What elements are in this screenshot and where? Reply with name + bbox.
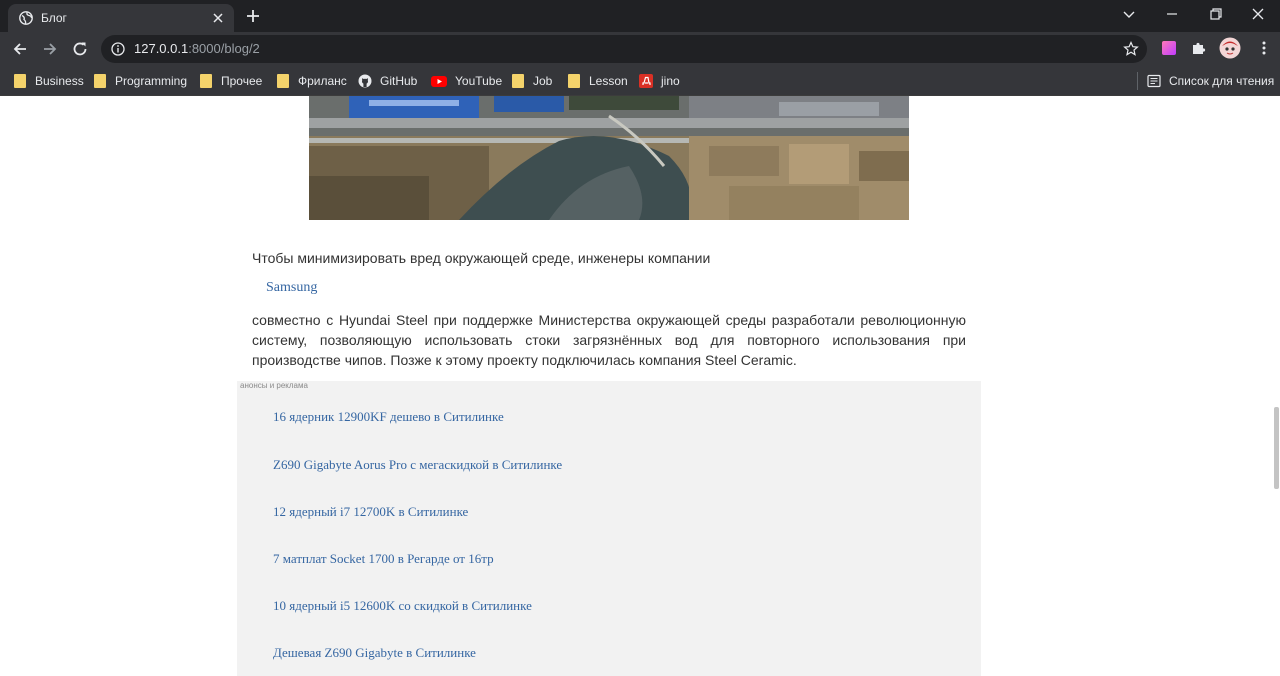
browser-toolbar: 127.0.0.1:8000/blog/2 <box>0 32 1280 66</box>
bookmark-label: Lesson <box>589 74 628 88</box>
back-arrow-icon[interactable] <box>10 39 30 59</box>
forward-arrow-icon[interactable] <box>40 39 60 59</box>
folder-icon <box>200 74 212 88</box>
youtube-icon <box>431 76 447 87</box>
restore-icon[interactable] <box>1203 4 1227 24</box>
reading-list-label: Список для чтения <box>1169 74 1275 88</box>
bookmark-label: Прочее <box>221 74 263 88</box>
scrollbar-thumb[interactable] <box>1274 407 1279 489</box>
bookmark-business[interactable]: Business <box>14 72 84 90</box>
folder-icon <box>568 74 580 88</box>
minimize-icon[interactable] <box>1160 4 1184 24</box>
bookmark-label: Programming <box>115 74 188 88</box>
extension-gradient-icon[interactable] <box>1161 40 1177 56</box>
profile-avatar-icon[interactable] <box>1219 37 1241 59</box>
reading-list-button[interactable]: Список для чтения <box>1147 72 1274 90</box>
bookmark-programming[interactable]: Programming <box>94 72 187 90</box>
aerial-factory-photo <box>309 96 909 220</box>
info-icon[interactable] <box>111 42 125 56</box>
bookmark-prochee[interactable]: Прочее <box>200 72 262 90</box>
folder-icon <box>512 74 524 88</box>
folder-icon <box>94 74 106 88</box>
close-icon[interactable] <box>210 10 226 26</box>
tab-search-chevron-down-icon[interactable] <box>1117 4 1141 24</box>
bookmarks-bar: Business Programming Прочее Фриланс GitH… <box>0 66 1280 96</box>
reading-list-icon <box>1147 74 1161 88</box>
bookmark-label: YouTube <box>455 74 503 88</box>
bookmark-label: Business <box>35 74 84 88</box>
page-viewport: Чтобы минимизировать вред окружающей сре… <box>0 96 1280 676</box>
bookmark-star-icon[interactable] <box>1123 41 1139 57</box>
ad-link[interactable]: 12 ядерный i7 12700K в Ситилинке <box>273 504 468 520</box>
bookmark-label: jino <box>661 74 680 88</box>
address-bar[interactable]: 127.0.0.1:8000/blog/2 <box>101 35 1147 63</box>
globe-icon <box>19 11 33 25</box>
bookmark-github[interactable]: GitHub <box>358 72 417 90</box>
bookmark-jino[interactable]: jino <box>639 72 680 90</box>
tab-title: Блог <box>41 11 67 25</box>
bookmark-freelance[interactable]: Фриланс <box>277 72 347 90</box>
url-host: 127.0.0.1 <box>134 41 189 56</box>
new-tab-plus-icon[interactable] <box>243 6 263 26</box>
menu-kebab-icon[interactable] <box>1256 40 1272 56</box>
article-paragraph-1: Чтобы минимизировать вред окружающей сре… <box>252 250 711 266</box>
github-icon <box>358 74 372 88</box>
window-close-icon[interactable] <box>1246 4 1270 24</box>
bookmarks-separator <box>1137 72 1138 90</box>
jino-icon <box>639 74 653 88</box>
extensions-puzzle-icon[interactable] <box>1191 40 1207 56</box>
ad-link[interactable]: Z690 Gigabyte Aorus Pro с мегаскидкой в … <box>273 457 562 473</box>
samsung-link[interactable]: Samsung <box>266 279 317 296</box>
ads-block: анонсы и реклама 16 ядерник 12900KF деше… <box>237 381 981 676</box>
reload-icon[interactable] <box>70 39 90 59</box>
folder-icon <box>14 74 26 88</box>
bookmark-label: Job <box>533 74 553 88</box>
ad-link[interactable]: 7 матплат Socket 1700 в Регарде от 16тр <box>273 551 494 567</box>
url-text: 127.0.0.1:8000/blog/2 <box>134 42 260 56</box>
bookmark-youtube[interactable]: YouTube <box>431 72 502 90</box>
article-paragraph-2: совместно с Hyundai Steel при поддержке … <box>252 312 966 368</box>
bookmark-lesson[interactable]: Lesson <box>568 72 628 90</box>
bookmark-job[interactable]: Job <box>512 72 552 90</box>
tab-strip: Блог <box>0 0 1280 32</box>
ad-link[interactable]: 16 ядерник 12900KF дешево в Ситилинке <box>273 409 504 425</box>
ad-link[interactable]: 10 ядерный i5 12600K со скидкой в Ситили… <box>273 598 532 614</box>
ads-label: анонсы и реклама <box>240 381 308 390</box>
bookmark-label: GitHub <box>380 74 418 88</box>
tab-blog[interactable]: Блог <box>8 4 234 32</box>
folder-icon <box>277 74 289 88</box>
bookmark-label: Фриланс <box>298 74 347 88</box>
ad-link[interactable]: Дешевая Z690 Gigabyte в Ситилинке <box>273 645 476 661</box>
url-path: :8000/blog/2 <box>188 41 260 56</box>
